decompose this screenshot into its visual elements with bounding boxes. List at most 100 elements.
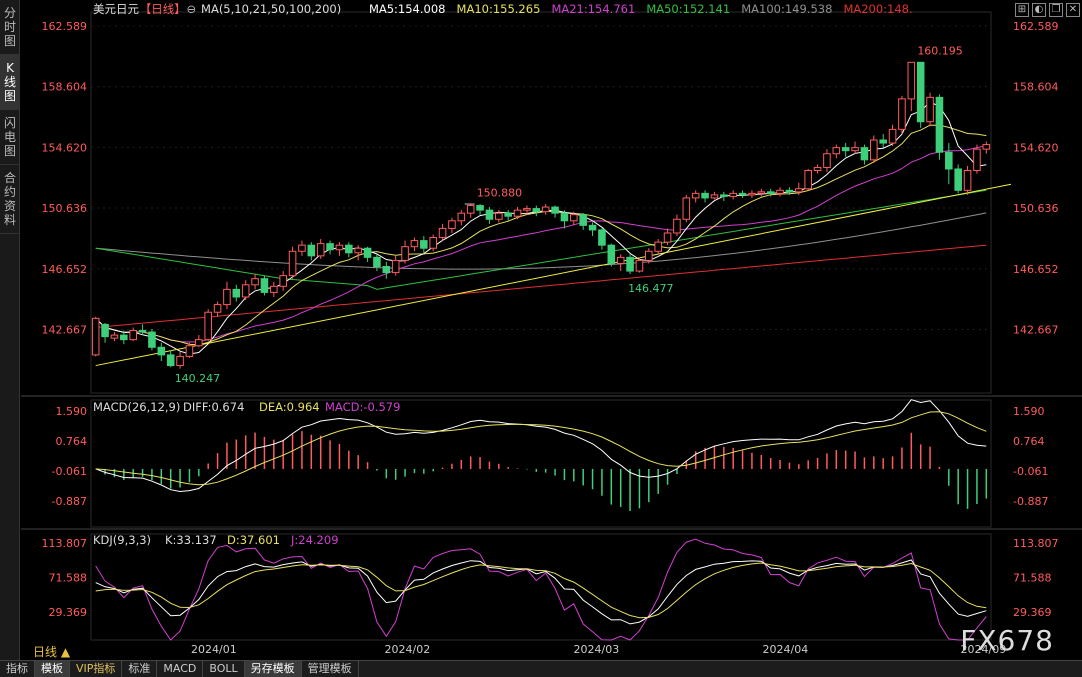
price-axis-right-3: 150.636 <box>1013 202 1059 215</box>
candle-body <box>110 334 119 339</box>
macd-axis-left-3: -0.887 <box>52 495 87 508</box>
kdj-axis-right-2: 29.369 <box>1013 606 1052 619</box>
candle-body <box>588 224 597 231</box>
macd-header-label: MACD(26,12,9) <box>93 400 180 414</box>
candle-body <box>157 346 166 356</box>
candle-body <box>766 191 775 194</box>
candle-body <box>223 288 231 306</box>
settings-icon[interactable]: ◐ <box>1032 3 1046 17</box>
panel-frame-1 <box>90 399 992 528</box>
candle-body <box>504 212 512 217</box>
close-icon[interactable]: ✕ <box>1066 3 1080 17</box>
candle-body <box>570 214 578 222</box>
candle-body <box>91 317 100 356</box>
ma21-line <box>95 145 987 343</box>
bottom-toolbar: 指标 模板 VIP指标 标准 MACD BOLL 另存模板 管理模板 <box>0 660 1082 677</box>
macd-axis-left-2: -0.061 <box>52 465 87 478</box>
candle-body <box>982 144 991 150</box>
price-axis-left-4: 146.652 <box>42 263 88 276</box>
price-axis-right-0: 162.589 <box>1013 20 1059 33</box>
candle-body <box>738 192 747 196</box>
toolbar-tab-2[interactable]: VIP指标 <box>70 661 123 677</box>
candle-body <box>598 229 606 246</box>
restore-icon[interactable]: ❐ <box>1049 3 1063 17</box>
candle-body <box>204 311 212 341</box>
candle-body <box>420 240 428 249</box>
candle-body <box>476 205 484 211</box>
candle-body <box>457 212 466 222</box>
candle-body <box>963 169 972 191</box>
candle-body <box>532 208 541 213</box>
period-selector[interactable]: 日线 ▲ <box>33 643 70 660</box>
candle-body <box>438 227 447 239</box>
candle-body <box>795 188 803 193</box>
macd-axis-left-1: 0.764 <box>56 435 88 448</box>
candle-body <box>307 244 316 257</box>
candle-body <box>710 194 719 199</box>
candle-body <box>232 288 241 298</box>
candle-body <box>720 194 728 197</box>
candle-body <box>823 153 831 168</box>
candle-body <box>148 331 156 348</box>
sidebar-tab-0[interactable]: 分时图 <box>0 0 20 55</box>
candle-body <box>757 191 766 194</box>
layout-icon[interactable]: ⊞ <box>1015 3 1029 17</box>
macd-axis-left-0: 1.590 <box>56 405 88 418</box>
x-axis-label-2: 2024/03 <box>574 643 620 656</box>
kdj-header-d: D:37.601 <box>227 533 280 547</box>
sidebar-tab-3[interactable]: 合约资料 <box>0 165 20 234</box>
sidebar-tab-2[interactable]: 闪电图 <box>0 110 20 165</box>
candle-body <box>907 61 916 100</box>
ma5-line <box>95 101 987 355</box>
chart-area[interactable]: 162.589 162.589 158.604 158.604 154.620 154.6… <box>21 0 1082 660</box>
candle-body <box>560 212 569 222</box>
toolbar-tab-5[interactable]: BOLL <box>203 661 245 677</box>
candle-body <box>954 168 962 191</box>
ma10-line <box>95 124 987 346</box>
toolbar-tab-0[interactable]: 指标 <box>0 661 35 677</box>
candle-body <box>888 128 897 144</box>
ma100-line <box>95 212 987 270</box>
candle-body <box>251 278 259 286</box>
toolbar-tab-1[interactable]: 模板 <box>35 661 70 677</box>
x-axis-label-0: 2024/01 <box>191 643 237 656</box>
candle-body <box>391 259 400 274</box>
toolbar-tab-3[interactable]: 标准 <box>122 661 158 677</box>
panel-frame-2 <box>90 533 992 641</box>
sidebar: 分时图K线图闪电图合约资料 <box>0 0 20 660</box>
price-axis-left-2: 154.620 <box>42 141 88 154</box>
ma-header-item-8: MA100:149.538 <box>741 2 832 16</box>
price-axis-left-3: 150.636 <box>42 202 88 215</box>
candle-body <box>166 354 175 367</box>
candle-body <box>776 189 784 194</box>
kdj-axis-right-1: 71.588 <box>1013 572 1052 585</box>
annotation-mid-high: 150.880 <box>477 186 523 199</box>
candle-body <box>870 139 878 161</box>
candle-body <box>860 147 869 161</box>
candle-body <box>898 98 906 130</box>
x-axis-label-1: 2024/02 <box>385 643 431 656</box>
toolbar-tab-7[interactable]: 管理模板 <box>302 661 359 677</box>
kdj-header-k: K:33.137 <box>165 533 217 547</box>
candle-body <box>513 209 522 217</box>
candle-body <box>363 247 372 258</box>
toolbar-tab-4[interactable]: MACD <box>157 661 204 677</box>
candle-body <box>541 206 550 213</box>
kdj-axis-left-0: 113.807 <box>42 537 88 550</box>
candle-body <box>841 147 850 152</box>
toolbar-tab-6[interactable]: 另存模板 <box>244 661 302 677</box>
candle-body <box>626 256 634 272</box>
candle-body <box>373 256 381 268</box>
candle-body <box>138 330 147 333</box>
candle-body <box>485 209 494 220</box>
candle-body <box>523 208 531 211</box>
price-axis-right-4: 146.652 <box>1013 263 1059 276</box>
macd-header-diff: DIFF:0.674 <box>183 400 244 414</box>
candle-body <box>185 345 194 357</box>
candle-body <box>682 197 691 220</box>
candle-body <box>879 139 887 144</box>
sidebar-tab-1[interactable]: K线图 <box>0 55 20 110</box>
kline-chart[interactable]: 162.589 162.589 158.604 158.604 154.620 154.6… <box>21 0 1082 660</box>
macd-header-macd: MACD:-0.579 <box>325 400 400 414</box>
candle-body <box>654 241 662 252</box>
